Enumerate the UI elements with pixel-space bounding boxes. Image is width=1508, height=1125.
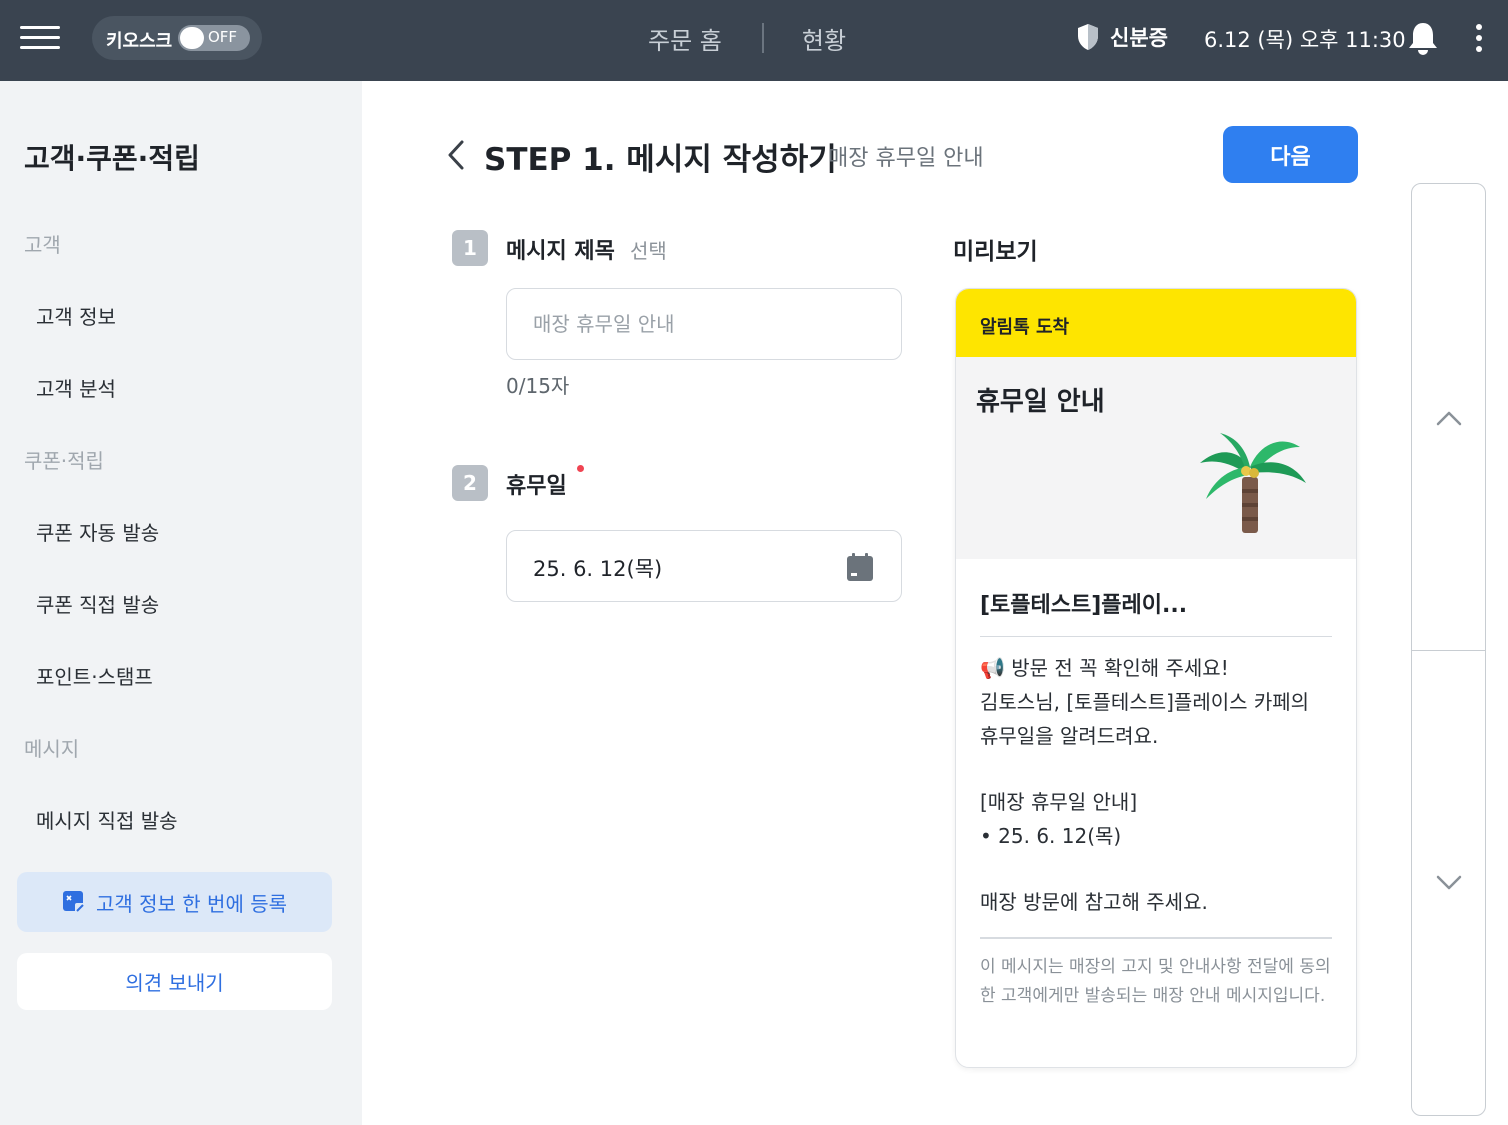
- preview-label: 미리보기: [953, 239, 1038, 265]
- preview-line-3: 휴무일을 알려드려요.: [980, 724, 1159, 748]
- sidebar-section-message: 메시지: [24, 737, 80, 761]
- megaphone-icon: 📢: [980, 656, 1005, 680]
- feedback-button[interactable]: 의견 보내기: [17, 953, 332, 1010]
- step-number-1: 1: [452, 230, 488, 266]
- step-number-2: 2: [452, 465, 488, 501]
- preview-line-1-text: 방문 전 꼭 확인해 주세요!: [1011, 656, 1229, 680]
- sidebar-item-coupon-auto[interactable]: 쿠폰 자동 발송: [36, 517, 159, 546]
- message-title-input[interactable]: [506, 288, 902, 360]
- holiday-date-picker[interactable]: 25. 6. 12(목): [506, 530, 902, 602]
- id-card-button[interactable]: 신분증: [1076, 22, 1168, 52]
- required-indicator: [577, 465, 584, 472]
- preview-message-body: 📢 방문 전 꼭 확인해 주세요! 김토스님, [토플테스트]플레이스 카페의 …: [980, 651, 1332, 919]
- sidebar-title: 고객·쿠폰·적립: [24, 142, 200, 175]
- page-title: STEP 1. 메시지 작성하기: [484, 142, 837, 178]
- message-title-label: 메시지 제목: [506, 239, 615, 264]
- divider: [980, 636, 1332, 637]
- id-card-label: 신분증: [1110, 26, 1168, 50]
- preview-store-name: [토플테스트]플레이...: [980, 593, 1188, 618]
- preview-card: 알림톡 도착 휴무일 안내 [토플테스트]플레이... 📢 방문 전 꼭 확인해…: [955, 288, 1357, 1068]
- back-icon[interactable]: [444, 138, 468, 172]
- sidebar-item-customer-info[interactable]: 고객 정보: [36, 301, 116, 330]
- sidebar-item-message-direct[interactable]: 메시지 직접 발송: [36, 805, 178, 834]
- preview-line-1: 📢 방문 전 꼭 확인해 주세요!: [980, 651, 1332, 685]
- preview-hero: 휴무일 안내: [956, 357, 1356, 559]
- sidebar: 고객·쿠폰·적립 고객 고객 정보 고객 분석 쿠폰·적립 쿠폰 자동 발송 쿠…: [0, 81, 362, 1125]
- alimtalk-header: 알림톡 도착: [956, 289, 1356, 357]
- page-subtitle: 매장 휴무일 안내: [828, 146, 984, 171]
- preview-hero-title: 휴무일 안내: [976, 387, 1105, 417]
- preview-line-2: 김토스님, [토플테스트]플레이스 카페의: [980, 690, 1310, 714]
- register-icon: [62, 891, 85, 913]
- kebab-icon[interactable]: [1468, 22, 1490, 54]
- sidebar-item-customer-analysis[interactable]: 고객 분석: [36, 373, 116, 402]
- palm-tree-icon: [1200, 433, 1306, 533]
- top-bar: 키오스크 OFF 주문 홈 현황 신분증 6.12 (목) 오후 11:30: [0, 0, 1508, 81]
- top-nav: 주문 홈 현황: [648, 20, 846, 56]
- kiosk-toggle[interactable]: OFF: [178, 25, 250, 51]
- scroll-down-button[interactable]: [1412, 651, 1485, 1115]
- sidebar-section-customer: 고객: [24, 233, 61, 257]
- datetime: 6.12 (목) 오후 11:30: [1204, 28, 1406, 52]
- toggle-knob: [180, 27, 204, 49]
- tab-status[interactable]: 현황: [802, 21, 846, 56]
- kiosk-control: 키오스크 OFF: [92, 16, 262, 60]
- tab-order-home[interactable]: 주문 홈: [648, 21, 722, 56]
- preview-line-gap: [980, 753, 1332, 785]
- holiday-date-value: 25. 6. 12(목): [533, 557, 663, 581]
- scroll-panel: [1411, 183, 1486, 1116]
- kiosk-label: 키오스크: [106, 31, 173, 52]
- bell-icon[interactable]: [1406, 20, 1440, 56]
- sidebar-item-coupon-direct[interactable]: 쿠폰 직접 발송: [36, 589, 159, 618]
- nav-divider: [761, 23, 764, 53]
- sidebar-section-coupon: 쿠폰·적립: [24, 449, 104, 473]
- preview-footer-notice: 이 메시지는 매장의 고지 및 안내사항 전달에 동의한 고객에게만 발송되는 …: [980, 957, 1331, 1006]
- sidebar-item-point-stamp[interactable]: 포인트·스탬프: [36, 661, 153, 690]
- register-customers-label: 고객 정보 한 번에 등록: [95, 891, 288, 916]
- preview-line-6: • 25. 6. 12(목): [980, 824, 1122, 848]
- alimtalk-header-text: 알림톡 도착: [980, 317, 1070, 338]
- optional-tag: 선택: [630, 239, 667, 263]
- hamburger-icon[interactable]: [20, 24, 60, 52]
- char-count: 0/15자: [506, 374, 570, 398]
- chevron-down-icon: [1436, 875, 1462, 890]
- preview-line-5: [매장 휴무일 안내]: [980, 790, 1138, 814]
- preview-line-8: 매장 방문에 참고해 주세요.: [980, 890, 1208, 914]
- kiosk-toggle-state: OFF: [208, 28, 238, 46]
- chevron-up-icon: [1436, 411, 1462, 426]
- register-customers-button[interactable]: 고객 정보 한 번에 등록: [17, 872, 332, 932]
- next-button[interactable]: 다음: [1223, 126, 1358, 183]
- holiday-label: 휴무일: [506, 474, 567, 499]
- shield-icon: [1078, 24, 1098, 50]
- calendar-icon[interactable]: [846, 552, 874, 582]
- divider: [980, 937, 1332, 939]
- feedback-label: 의견 보내기: [125, 971, 224, 995]
- preview-line-gap: [980, 853, 1332, 885]
- scroll-up-button[interactable]: [1412, 184, 1485, 650]
